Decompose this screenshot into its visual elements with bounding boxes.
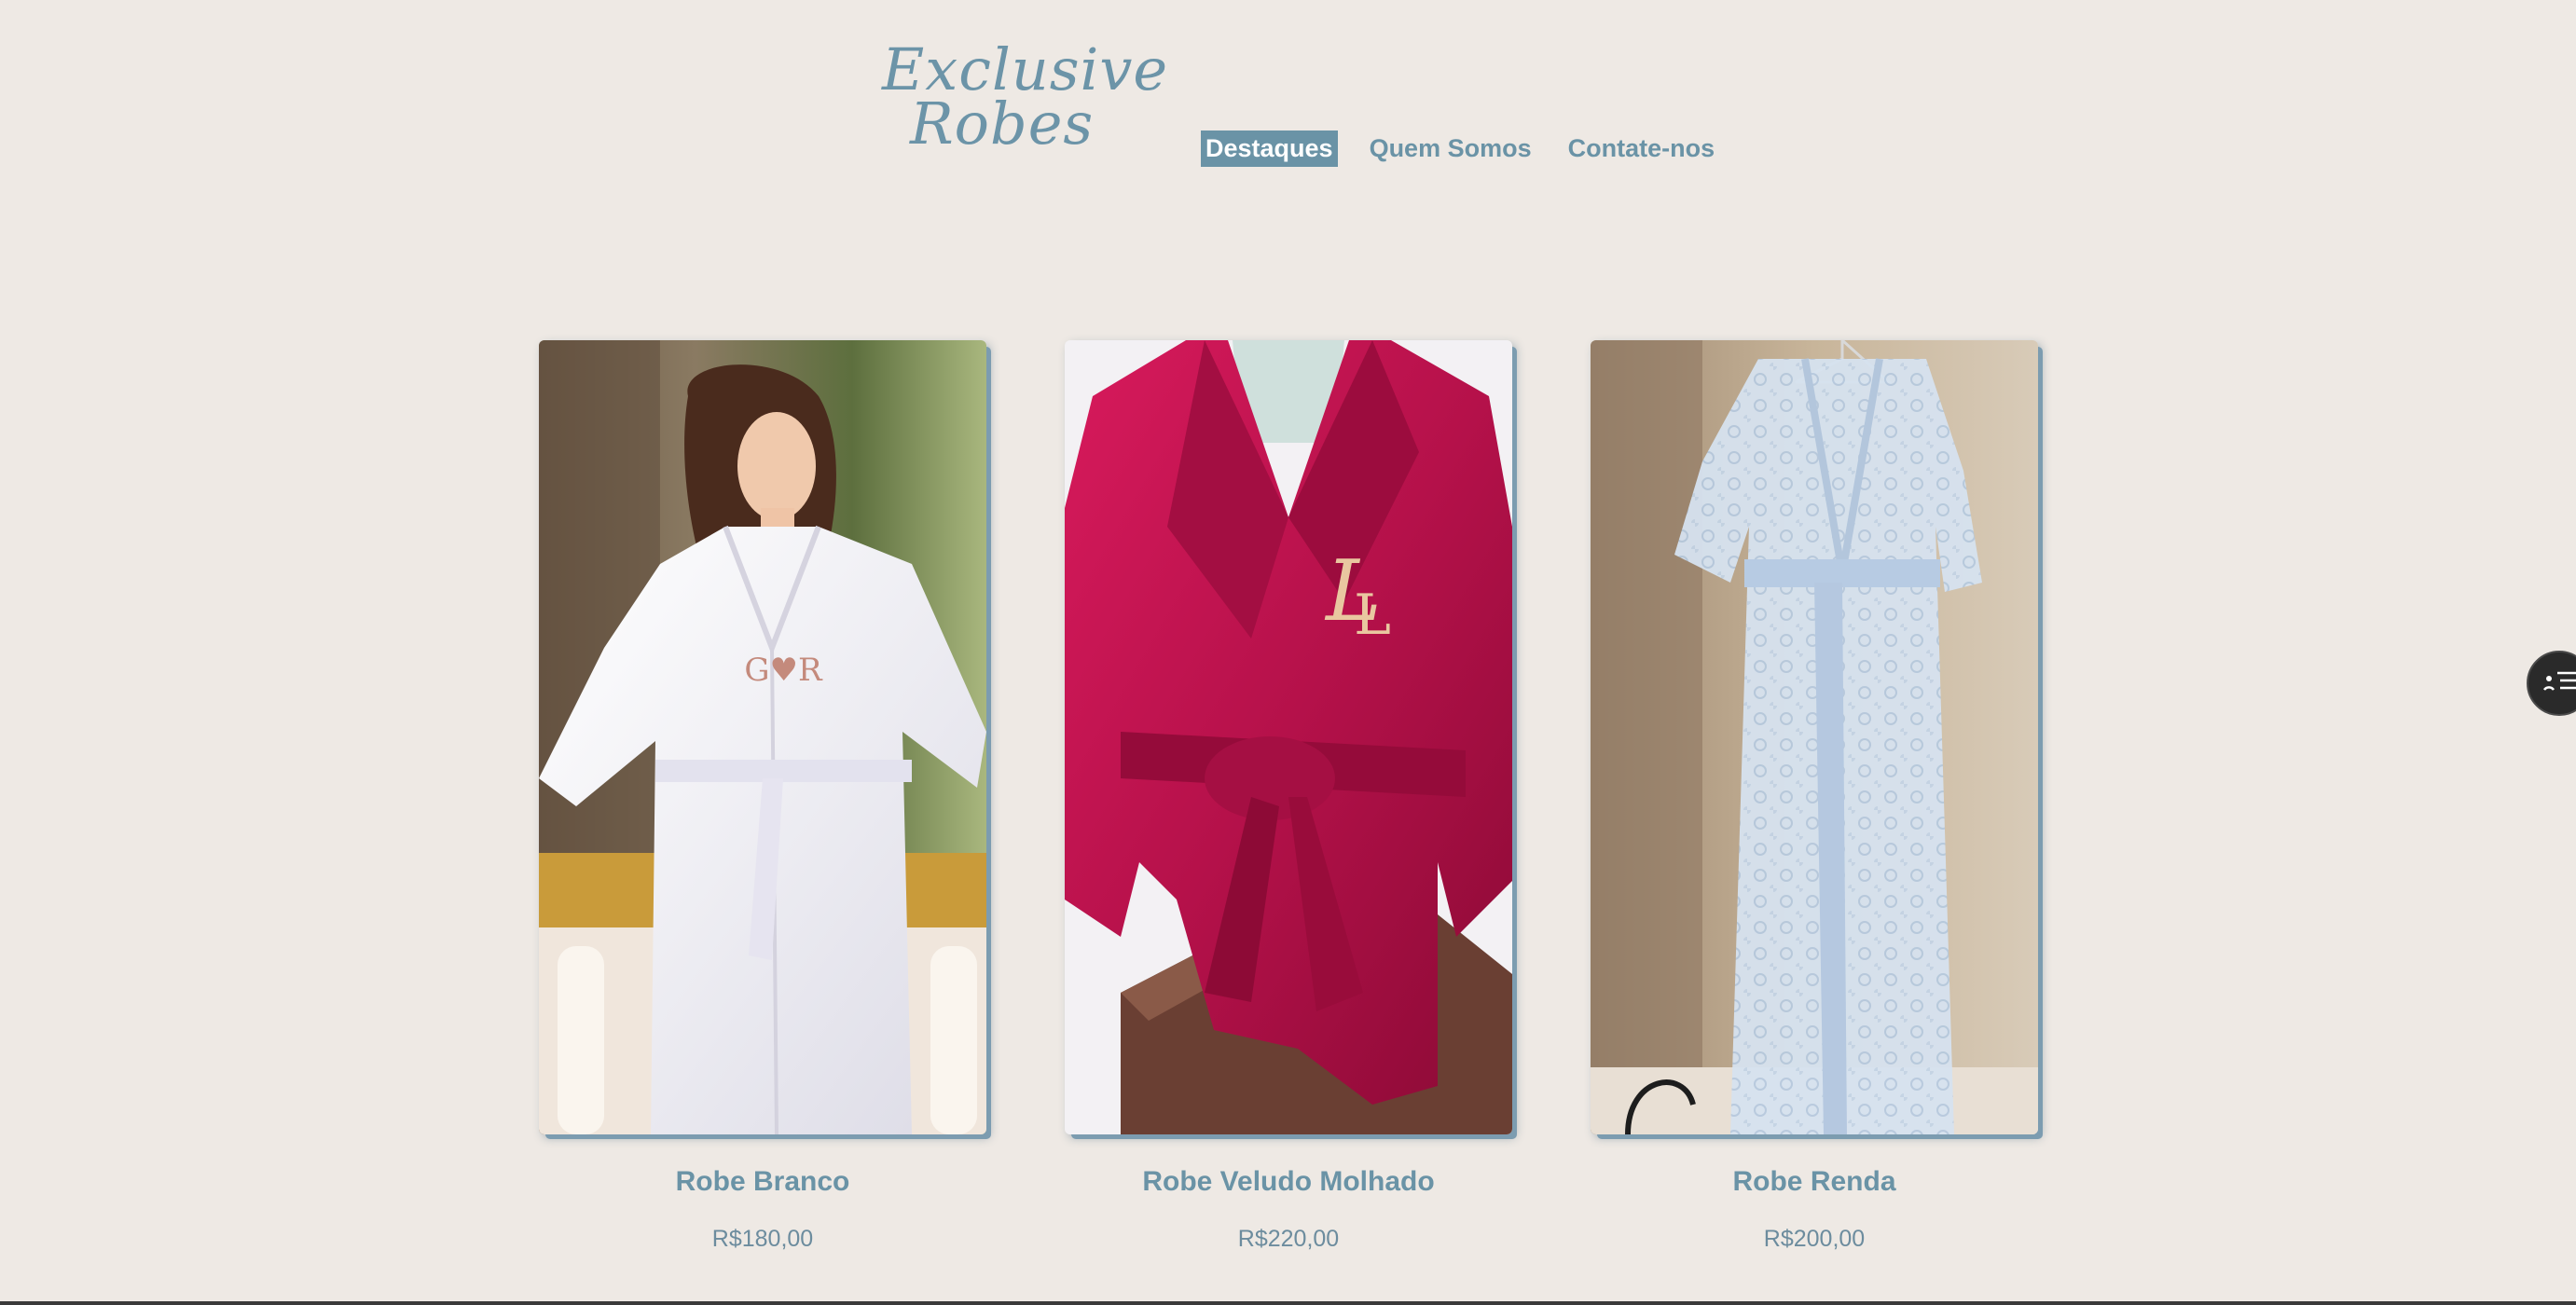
product-card[interactable]: L L Robe Veludo Molhado R$220,00 [1065,340,1512,1253]
accessibility-menu-button[interactable] [2527,651,2576,716]
product-image-robe-branco[interactable]: G♥R [539,340,986,1134]
product-name[interactable]: Robe Veludo Molhado [1065,1166,1512,1198]
accessibility-menu-icon [2542,671,2576,691]
robe-renda-illustration [1591,340,2038,1134]
product-name[interactable]: Robe Renda [1591,1166,2038,1198]
brand-logo[interactable]: Exclusive Robes [882,37,1167,158]
robe-veludo-illustration: L L [1065,340,1512,1134]
logo-line-2: Robes [910,89,1095,158]
main-nav: Destaques Quem Somos Contate-nos [1201,130,1746,167]
product-card[interactable]: G♥R Robe Branco R$180,00 [539,340,986,1253]
page: Exclusive Robes Destaques Quem Somos Con… [0,0,2576,1305]
product-price: R$200,00 [1763,1226,1866,1252]
product-name[interactable]: Robe Branco [539,1166,986,1198]
product-price: R$180,00 [711,1226,814,1252]
product-price: R$220,00 [1237,1226,1340,1252]
nav-item-quem-somos[interactable]: Quem Somos [1365,130,1536,167]
robe-branco-illustration: G♥R [539,340,986,1134]
svg-text:L: L [1354,583,1391,648]
nav-item-destaques[interactable]: Destaques [1201,130,1338,167]
product-card[interactable]: Robe Renda R$200,00 [1591,340,2038,1253]
svg-text:G♥R: G♥R [744,652,823,689]
product-image-robe-veludo-molhado[interactable]: L L [1065,340,1512,1134]
product-grid: G♥R Robe Branco R$180,00 L L Robe Veludo… [539,340,2040,1272]
bottom-divider [0,1301,2576,1305]
product-image-robe-renda[interactable] [1591,340,2038,1134]
nav-item-contate-nos[interactable]: Contate-nos [1564,130,1720,167]
